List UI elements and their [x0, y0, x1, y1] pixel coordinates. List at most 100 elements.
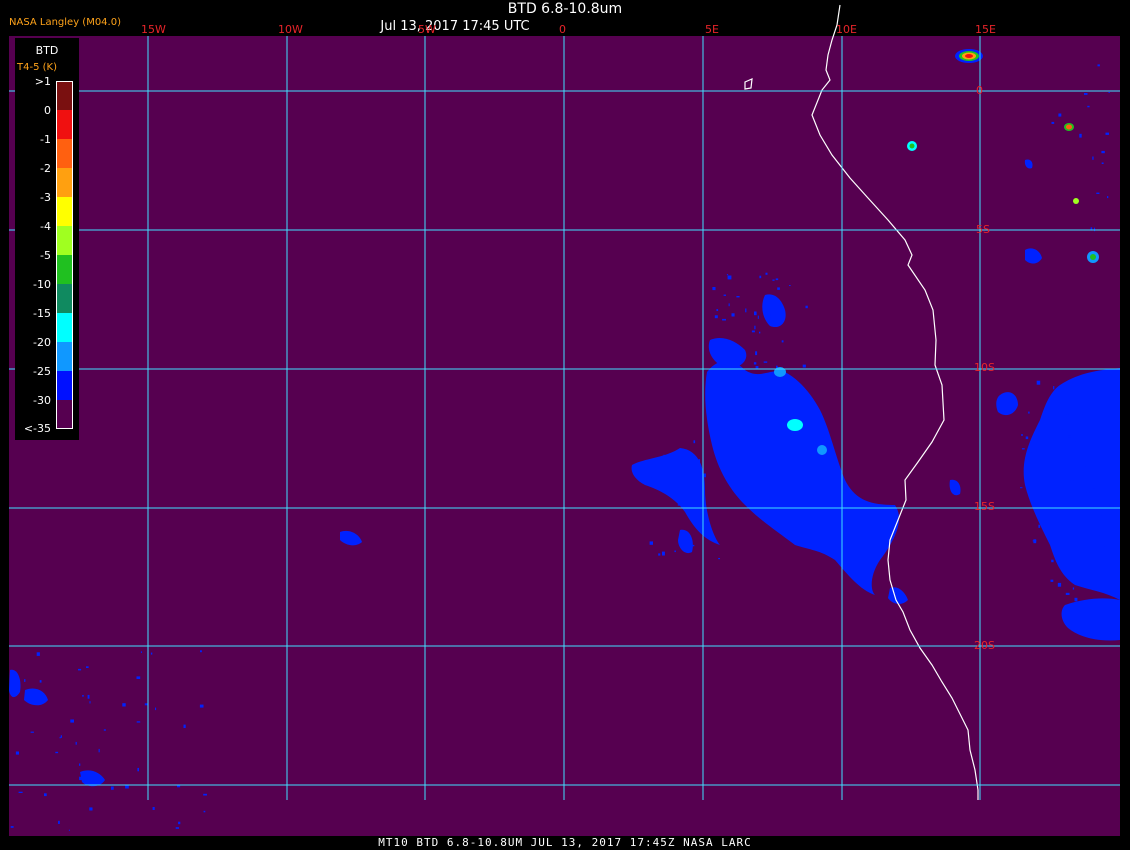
- cloud-speckle: [137, 767, 139, 772]
- cloud-speckle: [717, 450, 722, 452]
- cloud-speckle: [751, 330, 755, 333]
- cloud-speckle: [59, 736, 61, 739]
- cloud-speckle: [1033, 539, 1037, 544]
- cloud-speckle: [1078, 525, 1082, 527]
- cloud-speckle: [662, 551, 665, 556]
- legend-label: -3: [40, 191, 51, 204]
- cloud-speckle: [199, 704, 204, 708]
- cloud-speckle: [178, 821, 181, 825]
- cloud-speckle: [155, 707, 157, 711]
- cloud-speckle: [1060, 429, 1063, 431]
- cloud-speckle: [677, 504, 681, 506]
- cloud-speckle: [82, 695, 84, 697]
- lat-label-15s: 15S: [974, 500, 995, 513]
- cloud-speckle: [1073, 441, 1076, 444]
- cloud-speckle: [98, 748, 100, 753]
- cloud-speckle: [1066, 435, 1070, 438]
- cloud-speckle: [122, 703, 126, 707]
- cloud-speckle: [203, 810, 206, 813]
- cloud-speckle: [203, 793, 207, 796]
- cloud-speckle: [1108, 92, 1110, 93]
- cloud-speckle: [698, 459, 700, 463]
- cloud-speckle: [1036, 380, 1041, 385]
- cloud-speckle: [1025, 457, 1028, 462]
- legend-label: -10: [33, 278, 51, 291]
- cloud-speckle: [1093, 488, 1095, 492]
- cloud-speckle: [1081, 474, 1084, 479]
- cloud-speckle: [1107, 196, 1109, 199]
- cloud-speckle: [1101, 162, 1104, 164]
- cloud-speckle: [745, 308, 747, 313]
- cloud-speckle: [200, 650, 202, 653]
- cloud-speckle: [1065, 570, 1068, 572]
- cloud-speckle: [755, 366, 759, 369]
- cloud-speckle: [1081, 464, 1083, 466]
- cloud-speckle: [86, 666, 89, 668]
- cloud-speckle: [60, 735, 62, 738]
- cloud-speckle: [68, 829, 70, 831]
- legend-label: -2: [40, 162, 51, 175]
- legend-label: -25: [33, 365, 51, 378]
- legend-label: -30: [33, 394, 51, 407]
- lon-label-5w: 5W: [418, 23, 436, 36]
- color-legend: BTD T4-5 (K) >1 0 -1 -2 -3 -4 -5 -10 -15…: [15, 38, 79, 440]
- cloud-speckle: [1074, 597, 1078, 602]
- cloud-speckle: [717, 366, 719, 369]
- cloud-speckle: [723, 294, 726, 296]
- cloud-speckle: [87, 694, 90, 699]
- lat-label-10s: 10S: [974, 361, 995, 374]
- cloud-speckle: [78, 668, 82, 671]
- legend-title: BTD: [35, 44, 59, 57]
- cloud-speckle: [1064, 396, 1068, 400]
- lon-label-15e: 15E: [975, 23, 996, 36]
- cloud-speckle: [1075, 504, 1077, 507]
- cloud-speckle: [1104, 545, 1108, 549]
- cloud-speckle: [136, 676, 141, 679]
- cloud-speckle: [24, 679, 26, 682]
- cloud-speckle: [30, 731, 34, 733]
- cloud-speckle: [18, 791, 23, 793]
- cloud-speckle: [1072, 472, 1075, 477]
- cloud-speckle: [1086, 489, 1090, 493]
- cloud-speckle: [1105, 132, 1109, 135]
- cloud-speckle: [70, 719, 74, 723]
- cloud-speckle: [673, 453, 677, 457]
- cloud-speckle: [36, 652, 40, 656]
- cloud-speckle: [1057, 582, 1062, 587]
- cloud-speckle: [1047, 508, 1049, 512]
- satellite-map: [9, 4, 1120, 836]
- lon-label-15w: 15W: [141, 23, 166, 36]
- cloud-speckle: [1070, 477, 1074, 481]
- cloud-speckle: [1108, 588, 1111, 593]
- cloud-speckle: [1044, 494, 1047, 497]
- cloud-speckle: [1096, 192, 1100, 194]
- cloud-speckle: [674, 550, 676, 553]
- cloud-speckle: [1098, 532, 1100, 536]
- cloud-speckle: [736, 296, 740, 298]
- legend-frame: [56, 81, 73, 429]
- legend-label: <-35: [23, 422, 51, 435]
- cloud-speckle: [1115, 493, 1117, 496]
- cloud-speckle: [727, 378, 730, 381]
- cloud-speckle: [764, 306, 767, 310]
- cloud-speckle: [1101, 515, 1104, 517]
- cloud-speckle: [1087, 105, 1090, 108]
- cloud-speckle: [754, 311, 757, 316]
- cloud-speckle: [39, 680, 42, 683]
- cloud-speckle: [703, 523, 705, 527]
- cloud-speckle: [111, 786, 114, 790]
- cloud-speckle: [58, 820, 60, 824]
- cloud-speckle: [1051, 559, 1054, 563]
- cloud-speckle: [1053, 386, 1055, 390]
- cloud-speckle: [1108, 455, 1111, 458]
- lon-label-5e: 5E: [705, 23, 719, 36]
- cloud-speckle: [79, 776, 82, 781]
- cloud-speckle: [718, 440, 720, 444]
- cloud-speckle: [1058, 113, 1062, 117]
- cloud-speckle: [150, 652, 153, 655]
- lon-label-10w: 10W: [278, 23, 303, 36]
- cloud-speckle: [15, 751, 19, 755]
- cloud-speckle: [736, 375, 738, 378]
- cloud-speckle: [658, 553, 661, 556]
- cloud-speckle: [1109, 527, 1112, 531]
